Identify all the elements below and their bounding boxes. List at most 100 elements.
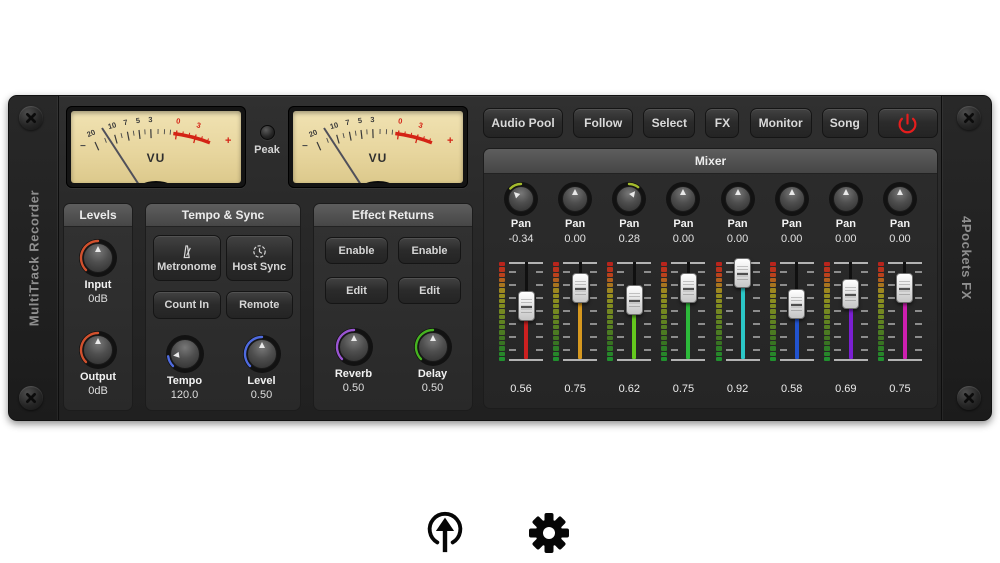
- fader-group: [553, 262, 597, 361]
- svg-text:3: 3: [148, 115, 152, 124]
- fader-group: [824, 262, 868, 361]
- tempo-knob[interactable]: [166, 335, 204, 373]
- fader-handle[interactable]: [572, 273, 589, 303]
- mixer-title: Mixer: [484, 149, 937, 174]
- pan-label: Pan: [890, 218, 910, 233]
- svg-text:5: 5: [357, 116, 362, 125]
- settings-button[interactable]: [528, 512, 570, 559]
- reverb-knob-value: 0.50: [343, 382, 364, 394]
- tempo-knob-label: Tempo: [167, 375, 202, 387]
- clock-sync-icon: [252, 244, 267, 259]
- pan-value: 0.00: [835, 233, 856, 247]
- song-button[interactable]: Song: [822, 108, 868, 138]
- screw-icon: [19, 386, 43, 410]
- fader-track[interactable]: [671, 262, 705, 361]
- pan-knob[interactable]: [612, 182, 646, 216]
- host-sync-label: Host Sync: [232, 261, 286, 273]
- pan-knob[interactable]: [666, 182, 700, 216]
- screw-icon: [957, 106, 981, 130]
- delay-knob-value: 0.50: [422, 382, 443, 394]
- fader-value: 0.75: [673, 383, 694, 395]
- fader-group: [878, 262, 922, 361]
- mixer-channel: Pan 0.00 0.69: [821, 182, 871, 395]
- rack-rail-left: MultiTrack Recorder: [9, 96, 59, 420]
- power-button[interactable]: [878, 108, 938, 138]
- output-gain-knob[interactable]: [79, 331, 117, 369]
- pan-value: 0.00: [727, 233, 748, 247]
- input-gain-knob[interactable]: [79, 239, 117, 277]
- fader-track[interactable]: [780, 262, 814, 361]
- pan-knob[interactable]: [558, 182, 592, 216]
- fader-group: [499, 262, 543, 361]
- count-in-button[interactable]: Count In: [153, 291, 221, 319]
- pan-knob[interactable]: [775, 182, 809, 216]
- output-knob-value: 0dB: [88, 385, 108, 397]
- levels-panel: Levels Input 0dB Output 0dB: [63, 203, 133, 411]
- fader-handle[interactable]: [680, 273, 697, 303]
- delay-enable-button[interactable]: Enable: [398, 237, 461, 264]
- pan-knob[interactable]: [883, 182, 917, 216]
- remote-button[interactable]: Remote: [226, 291, 294, 319]
- output-knob-label: Output: [80, 371, 116, 383]
- fader-group: [661, 262, 705, 361]
- svg-text:0: 0: [398, 116, 403, 125]
- svg-text:7: 7: [345, 118, 351, 128]
- pan-knob[interactable]: [504, 182, 538, 216]
- follow-button[interactable]: Follow: [573, 108, 633, 138]
- reverb-edit-button[interactable]: Edit: [325, 277, 388, 304]
- input-knob-value: 0dB: [88, 293, 108, 305]
- gear-icon: [528, 512, 570, 554]
- mixer-channel: Pan 0.00 0.75: [658, 182, 708, 395]
- fader-value: 0.75: [564, 383, 585, 395]
- pan-label: Pan: [727, 218, 747, 233]
- fader-handle[interactable]: [896, 273, 913, 303]
- fader-value: 0.62: [619, 383, 640, 395]
- host-sync-button[interactable]: Host Sync: [226, 235, 294, 281]
- fader-handle[interactable]: [842, 279, 859, 309]
- metronome-button[interactable]: Metronome: [153, 235, 221, 281]
- metronome-icon: [179, 244, 194, 259]
- pan-value: 0.00: [781, 233, 802, 247]
- pan-value: 0.00: [889, 233, 910, 247]
- delay-knob-label: Delay: [418, 368, 447, 380]
- pan-knob[interactable]: [829, 182, 863, 216]
- fader-track[interactable]: [509, 262, 543, 361]
- click-level-knob[interactable]: [243, 335, 281, 373]
- upload-button[interactable]: [422, 508, 468, 561]
- svg-text:7: 7: [123, 118, 129, 128]
- monitor-button[interactable]: Monitor: [750, 108, 812, 138]
- svg-text:20: 20: [307, 128, 318, 140]
- app-page: MultiTrack Recorder 4Pockets FX 20107530…: [0, 0, 1000, 563]
- vu-meter-right: 201075303−+VU: [288, 106, 468, 188]
- led-meter: [661, 262, 667, 361]
- fader-track[interactable]: [617, 262, 651, 361]
- fader-track[interactable]: [888, 262, 922, 361]
- vu-meter-left: 201075303−+VU: [66, 106, 246, 188]
- audio-pool-button[interactable]: Audio Pool: [483, 108, 563, 138]
- reverb-enable-button[interactable]: Enable: [325, 237, 388, 264]
- reverb-return-knob[interactable]: [335, 328, 373, 366]
- fader-track[interactable]: [726, 262, 760, 361]
- delay-return-knob[interactable]: [414, 328, 452, 366]
- level-knob-value: 0.50: [251, 389, 272, 401]
- fader-handle[interactable]: [626, 285, 643, 315]
- effect-returns-panel: Effect Returns Enable Enable Edit Edit R…: [313, 203, 473, 411]
- fader-handle[interactable]: [518, 291, 535, 321]
- vu-meter-face: 201075303−+VU: [71, 111, 241, 183]
- delay-edit-button[interactable]: Edit: [398, 277, 461, 304]
- fader-handle[interactable]: [788, 289, 805, 319]
- screw-icon: [957, 386, 981, 410]
- fader-track[interactable]: [834, 262, 868, 361]
- led-meter: [716, 262, 722, 361]
- pan-knob[interactable]: [721, 182, 755, 216]
- svg-text:3: 3: [417, 120, 423, 130]
- led-meter: [878, 262, 884, 361]
- effect-returns-title: Effect Returns: [314, 204, 472, 227]
- fx-button[interactable]: FX: [705, 108, 739, 138]
- svg-text:VU: VU: [369, 151, 388, 165]
- select-button[interactable]: Select: [643, 108, 695, 138]
- fader-handle[interactable]: [734, 258, 751, 288]
- top-toolbar: Audio Pool Follow Select FX Monitor Song: [483, 108, 938, 138]
- pan-label: Pan: [673, 218, 693, 233]
- fader-track[interactable]: [563, 262, 597, 361]
